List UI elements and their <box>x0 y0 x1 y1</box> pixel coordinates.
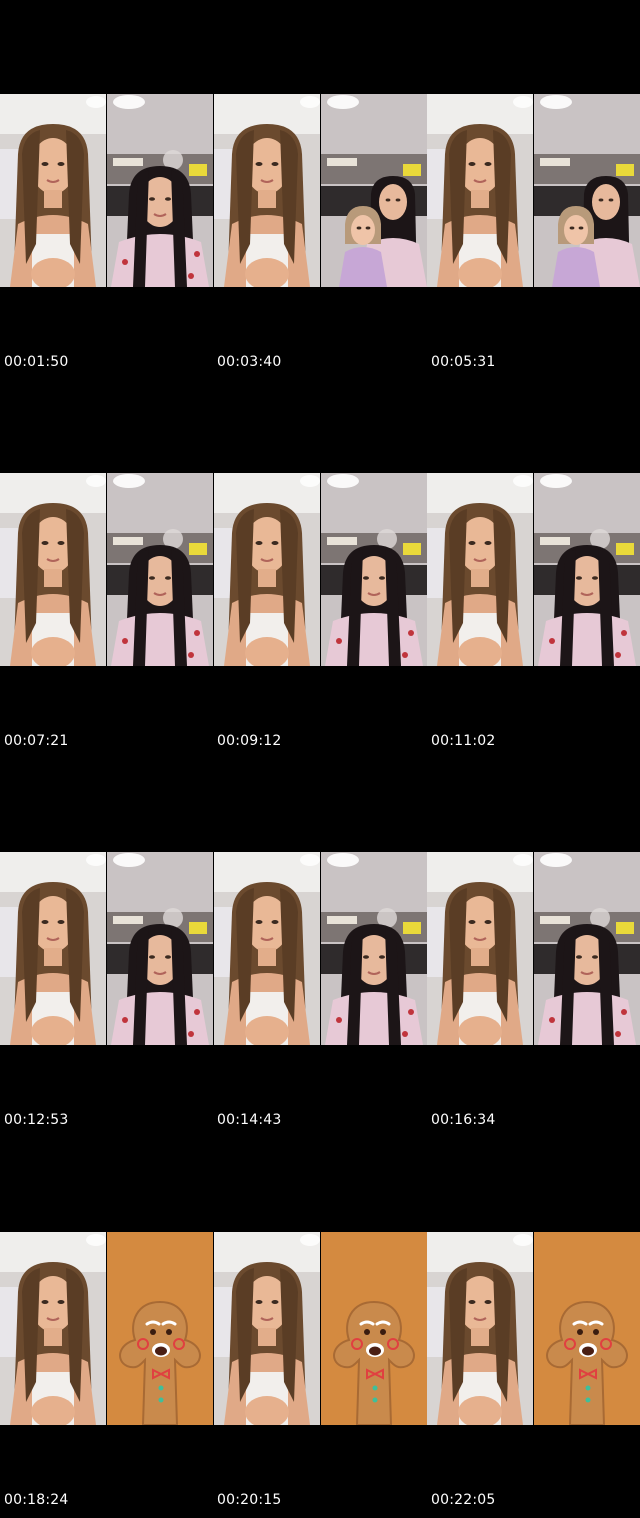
video-thumbnail-girl-pink-pajama <box>321 473 427 666</box>
timestamp-label: 00:09:12 <box>217 733 282 749</box>
video-thumbnail-girl-white-top <box>0 473 106 666</box>
video-thumbnail-girl-pink-pajama <box>534 473 640 666</box>
timestamp-label: 00:12:53 <box>4 1112 69 1128</box>
video-thumbnail-gingerbread-filter <box>107 1232 213 1425</box>
video-thumbnail-girl-white-top <box>214 473 320 666</box>
timestamp-label: 00:01:50 <box>4 354 69 370</box>
video-thumbnail-girl-pink-pajama <box>321 852 427 1045</box>
timestamp-label: 00:22:05 <box>431 1492 496 1508</box>
video-thumbnail-girl-white-top <box>427 1232 533 1425</box>
timestamp-label: 00:18:24 <box>4 1492 69 1508</box>
video-thumbnail-girl-pink-pajama <box>107 94 213 287</box>
timestamp-label: 00:07:21 <box>4 733 69 749</box>
video-thumbnail-girl-white-top <box>214 1232 320 1425</box>
video-thumbnail-gingerbread-filter <box>534 1232 640 1425</box>
timestamp-label: 00:11:02 <box>431 733 496 749</box>
video-thumbnail-two-girls <box>534 94 640 287</box>
video-thumbnail-girl-white-top <box>0 852 106 1045</box>
video-thumbnail-girl-pink-pajama <box>107 852 213 1045</box>
timestamp-label: 00:20:15 <box>217 1492 282 1508</box>
timestamp-label: 00:03:40 <box>217 354 282 370</box>
video-thumbnail-girl-white-top <box>214 852 320 1045</box>
timestamp-label: 00:05:31 <box>431 354 496 370</box>
video-thumbnail-gingerbread-filter <box>321 1232 427 1425</box>
video-thumbnail-girl-white-top <box>0 1232 106 1425</box>
timestamp-label: 00:16:34 <box>431 1112 496 1128</box>
video-thumbnail-girl-white-top <box>427 852 533 1045</box>
video-thumbnail-girl-white-top <box>214 94 320 287</box>
video-thumbnail-girl-white-top <box>427 473 533 666</box>
video-thumbnail-girl-pink-pajama <box>534 852 640 1045</box>
video-thumbnail-girl-white-top <box>0 94 106 287</box>
video-thumbnail-girl-white-top <box>427 94 533 287</box>
video-thumbnail-girl-pink-pajama <box>107 473 213 666</box>
timestamp-label: 00:14:43 <box>217 1112 282 1128</box>
video-thumbnail-two-girls <box>321 94 427 287</box>
